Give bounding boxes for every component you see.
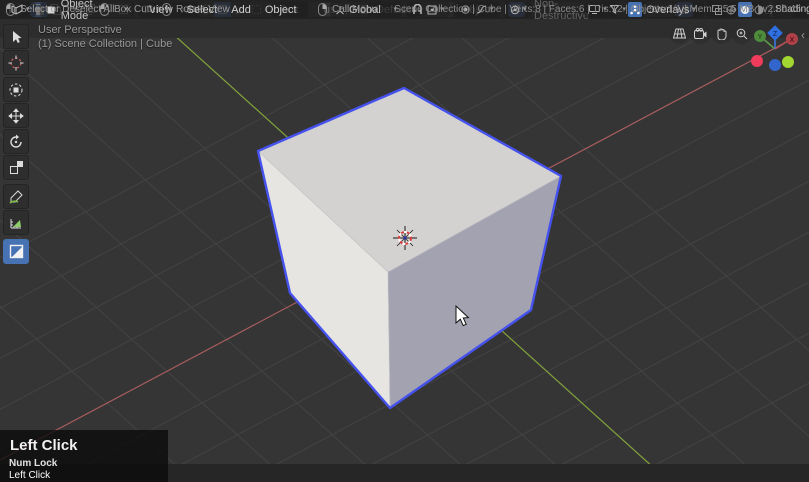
cursor-tool-icon	[8, 55, 24, 70]
perspective-grid-icon	[673, 28, 686, 39]
tool-boxcutter[interactable]	[3, 239, 29, 264]
tool-select-box[interactable]	[3, 24, 29, 49]
keymap-call-menu: Call Menu	[318, 0, 377, 18]
transform-tool-icon	[9, 83, 23, 96]
camera-icon	[694, 28, 707, 39]
svg-text:Y: Y	[758, 34, 763, 41]
tool-scale[interactable]	[3, 155, 29, 180]
mouse-left-drag-icon	[100, 2, 109, 16]
tool-annotate[interactable]	[3, 184, 29, 209]
scale-tool-icon	[9, 161, 23, 174]
scene-stats: Scene Collection | Cube | Verts:8 | Face…	[394, 3, 801, 15]
svg-text:Z: Z	[773, 31, 778, 38]
boxcutter-tool-icon	[9, 244, 23, 259]
screencast-key-history-1: Num Lock	[9, 458, 58, 469]
measure-ruler-icon	[10, 219, 21, 229]
viewport-scene	[0, 38, 809, 464]
move-tool-icon	[8, 107, 24, 124]
mouse-middle-icon	[162, 2, 171, 16]
keymap-select: Select or Deselect All	[6, 0, 115, 18]
viewport-3d[interactable]: ▾ Object Mode ▾ View Select Add Object G…	[0, 0, 809, 464]
menu-object[interactable]: Object	[258, 4, 304, 16]
tool-transform[interactable]	[3, 77, 29, 102]
pan-view-button[interactable]	[711, 23, 732, 44]
screencast-key-history-2: Left Click	[9, 470, 51, 481]
screencast-keys-overlay: Left Click Num Lock Left Click	[0, 430, 168, 482]
tool-rotate[interactable]	[3, 129, 29, 154]
tool-move[interactable]	[3, 103, 29, 128]
gizmo-axis-z-negative[interactable]	[769, 59, 781, 71]
rotate-tool-icon	[10, 134, 22, 148]
axis-gizmo[interactable]: Y Z X	[745, 20, 807, 80]
sidebar-collapse-arrow[interactable]: ‹	[801, 28, 805, 42]
active-object-label: (1) Scene Collection | Cube	[38, 38, 173, 50]
mouse-right-icon	[318, 2, 327, 16]
screencast-key-main: Left Click	[10, 437, 78, 454]
keymap-rotate-view: Rotate View	[162, 0, 230, 18]
gizmo-axis-x-positive[interactable]: X	[786, 33, 798, 45]
camera-view-button[interactable]	[690, 23, 711, 44]
tool-cursor[interactable]	[3, 50, 29, 75]
mouse-left-icon	[6, 2, 15, 16]
view-perspective-label: User Perspective	[38, 24, 122, 36]
tool-measure[interactable]	[3, 210, 29, 235]
gizmo-axis-y-negative[interactable]	[782, 56, 794, 68]
gizmo-axis-y-positive[interactable]: Y	[754, 30, 766, 42]
select-arrow-icon	[12, 30, 21, 43]
svg-text:X: X	[790, 37, 795, 44]
hand-icon	[717, 28, 727, 40]
blender-window: { "colors": { "accent_blue": "#4772b3", …	[0, 0, 809, 482]
annotate-pen-icon	[9, 190, 23, 204]
statusbar-divider	[155, 3, 156, 15]
keymap-box-cutter: Box Cutter	[100, 0, 161, 18]
toggle-perspective-button[interactable]	[669, 23, 690, 44]
gizmo-axis-z-positive[interactable]: Z	[767, 25, 783, 41]
gizmo-axis-x-negative[interactable]	[751, 55, 763, 67]
